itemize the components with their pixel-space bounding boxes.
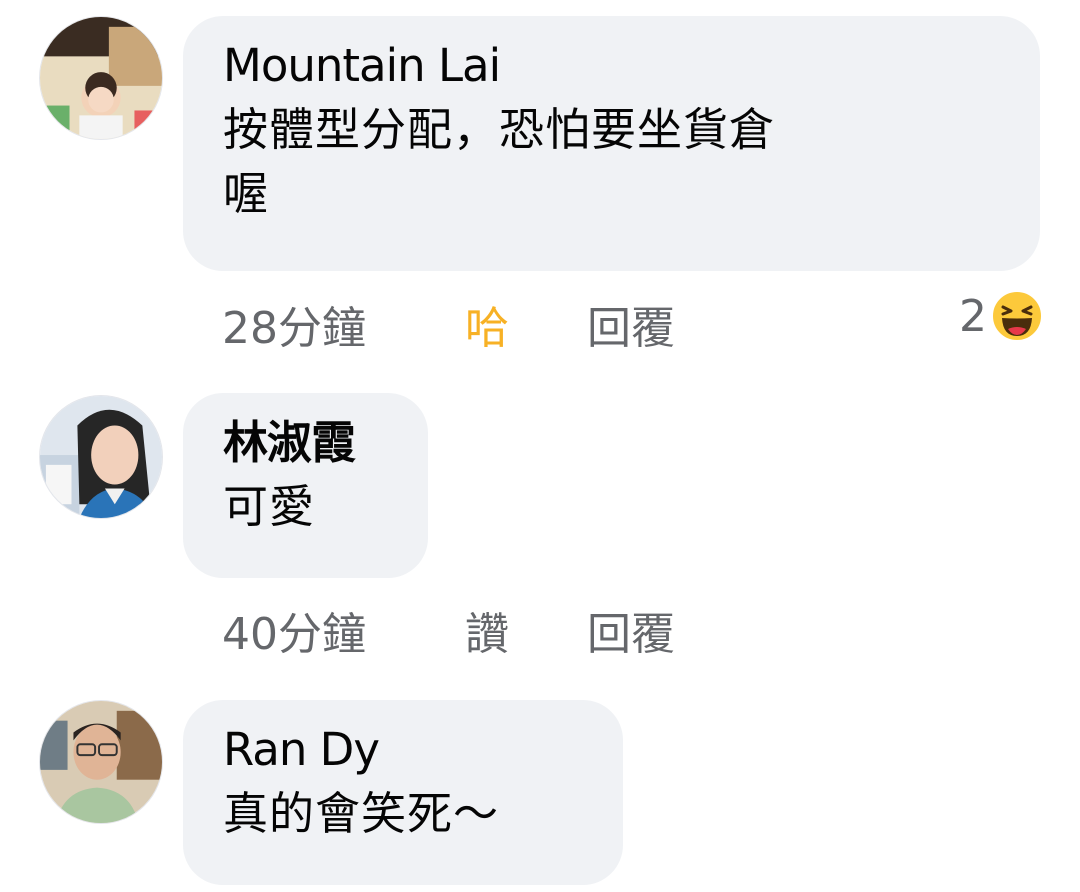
- reaction-summary[interactable]: 2: [959, 286, 1043, 346]
- avatar-photo-man-icon: [40, 701, 162, 823]
- avatar[interactable]: [39, 16, 163, 140]
- comment-bubble: Mountain Lai 按體型分配，恐怕要坐貨倉 喔: [183, 16, 1040, 271]
- comment-text-line: 喔: [223, 167, 270, 220]
- comment-author[interactable]: Mountain Lai: [223, 38, 1000, 94]
- comment-text: 按體型分配，恐怕要坐貨倉 喔: [223, 98, 1000, 226]
- reply-button[interactable]: 回覆: [587, 598, 675, 662]
- comment-text-line: 按體型分配，恐怕要坐貨倉: [223, 103, 776, 156]
- comment-text: 可愛: [223, 480, 316, 533]
- comment-actions: 28分鐘 哈 回覆 2: [222, 290, 1043, 354]
- comment-bubble: Ran Dy 真的會笑死～: [183, 700, 623, 885]
- reaction-count: 2: [959, 290, 987, 342]
- comment-text: 真的會笑死～: [223, 787, 500, 840]
- comment-timestamp[interactable]: 28分鐘: [222, 292, 366, 356]
- comment-bubble: 林淑霞 可愛: [183, 393, 428, 578]
- comment-actions: 40分鐘 讚 回覆: [222, 598, 1043, 660]
- comment-author[interactable]: Ran Dy: [223, 722, 583, 778]
- avatar-photo-child-icon: [40, 17, 162, 139]
- avatar-photo-woman-icon: [40, 396, 162, 518]
- reply-button[interactable]: 回覆: [587, 292, 675, 356]
- like-button[interactable]: 讚: [465, 598, 509, 662]
- reaction-button[interactable]: 哈: [465, 292, 509, 356]
- avatar[interactable]: [39, 395, 163, 519]
- haha-emoji-icon: [991, 290, 1043, 342]
- comment-author[interactable]: 林淑霞: [223, 415, 388, 471]
- avatar[interactable]: [39, 700, 163, 824]
- comment-timestamp[interactable]: 40分鐘: [222, 598, 366, 662]
